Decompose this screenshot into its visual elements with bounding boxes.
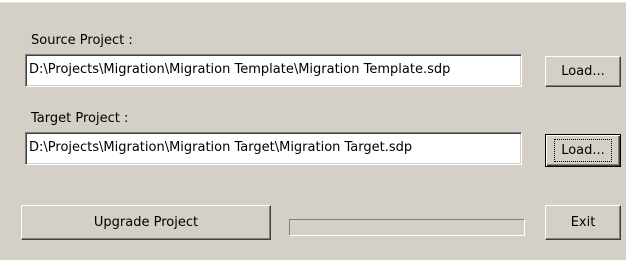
exit-button-label: Exit	[570, 215, 596, 230]
upgrade-project-button[interactable]: Upgrade Project	[21, 205, 271, 240]
target-load-button[interactable]: Load...	[545, 134, 621, 167]
target-load-button-label: Load...	[554, 139, 612, 162]
source-load-button[interactable]: Load...	[545, 56, 621, 87]
source-project-label: Source Project :	[31, 33, 133, 48]
dialog-top-edge	[0, 0, 626, 3]
upgrade-progress-bar	[289, 219, 525, 236]
project-upgrade-dialog: Source Project : D:\Projects\Migration\M…	[0, 0, 626, 260]
target-project-label: Target Project :	[31, 111, 129, 126]
upgrade-project-button-label: Upgrade Project	[93, 215, 199, 230]
source-project-path-field[interactable]: D:\Projects\Migration\Migration Template…	[25, 54, 522, 87]
target-project-path-field[interactable]: D:\Projects\Migration\Migration Target\M…	[25, 132, 522, 165]
source-load-button-label: Load...	[561, 64, 605, 79]
exit-button[interactable]: Exit	[545, 205, 621, 240]
